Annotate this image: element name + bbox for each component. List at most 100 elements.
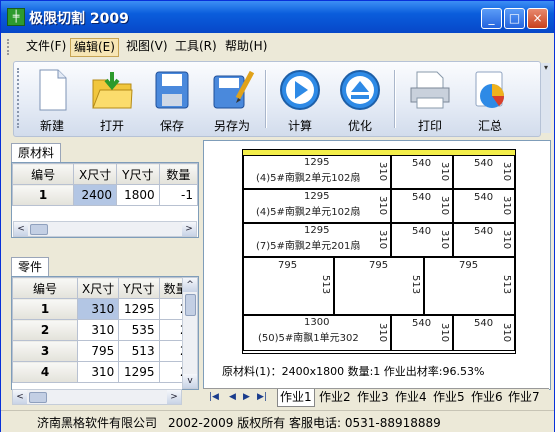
cut-piece[interactable]: 540 310 [453, 189, 515, 223]
cut-piece[interactable]: 540 310 [453, 223, 515, 257]
scroll-right-arrow[interactable]: > [167, 390, 181, 404]
cutting-layout-canvas[interactable]: 1295 (4)5#南飘2单元102扇 310 540 310 540 310 … [203, 140, 551, 390]
tab-work-4[interactable]: 作业4 [393, 389, 429, 406]
scroll-thumb[interactable] [185, 294, 196, 316]
scroll-left-arrow[interactable]: < [13, 390, 27, 404]
col-header[interactable]: 数量 [158, 163, 199, 185]
summary-button[interactable]: 汇总 [462, 68, 518, 134]
cut-piece[interactable]: 540 310 [391, 315, 453, 351]
piece-width: 540 [474, 158, 494, 169]
cut-piece[interactable]: 1295 (4)5#南飘2单元102扇 310 [243, 189, 391, 223]
piece-name: (4)5#南飘2单元102扇 [256, 173, 361, 184]
maximize-button[interactable]: □ [504, 8, 525, 29]
prev-tab-icon[interactable]: ◀ [229, 392, 236, 402]
cut-piece[interactable]: 540 310 [391, 189, 453, 223]
cell[interactable]: 1295 [118, 361, 160, 383]
first-tab-icon[interactable]: |◀ [209, 392, 219, 402]
scroll-thumb[interactable] [29, 392, 47, 403]
cut-piece[interactable]: 540 310 [391, 155, 453, 189]
toolbar-overflow-chevron[interactable]: ▾ [541, 63, 551, 133]
title-bar[interactable]: ╪ 极限切割 2009 _ □ × [1, 1, 554, 33]
new-button[interactable]: 新建 [24, 68, 80, 134]
tab-work-1[interactable]: 作业1 [277, 389, 315, 407]
row-header[interactable]: 1 [11, 184, 75, 206]
tab-parts[interactable]: 零件 [11, 257, 50, 276]
menu-edit[interactable]: 编辑(E) [70, 38, 119, 57]
menu-bar: 文件(F) 编辑(E) 视图(V) 工具(R) 帮助(H) [1, 35, 554, 57]
last-tab-icon[interactable]: ▶| [257, 392, 267, 402]
menu-tools[interactable]: 工具(R) [172, 38, 220, 55]
row-header[interactable]: 1 [12, 298, 78, 320]
col-header[interactable]: Y尺寸 [116, 163, 160, 185]
cell[interactable]: 1295 [118, 298, 160, 320]
tab-work-6[interactable]: 作业6 [469, 389, 505, 406]
piece-name: (50)5#南飘1单元302 [258, 333, 359, 344]
hotline-text: 客服电话: 0531-88918889 [289, 416, 441, 430]
menu-view[interactable]: 视图(V) [123, 38, 171, 55]
cell[interactable]: 535 [118, 319, 160, 341]
cut-piece[interactable]: 1295 (7)5#南飘2单元201扇 310 [243, 223, 391, 257]
cut-piece[interactable]: 1300 (50)5#南飘1单元302 310 [243, 315, 391, 351]
cell[interactable]: 2400 [73, 184, 117, 206]
col-header[interactable]: X尺寸 [76, 277, 120, 299]
cut-piece[interactable]: 795 513 [334, 257, 424, 315]
horizontal-scrollbar[interactable]: < > [12, 389, 182, 405]
vertical-scrollbar[interactable]: ^ v [182, 277, 198, 389]
menu-help[interactable]: 帮助(H) [222, 38, 270, 55]
cell[interactable]: 310 [76, 298, 120, 320]
scroll-left-arrow[interactable]: < [14, 222, 28, 236]
tab-work-5[interactable]: 作业5 [431, 389, 467, 406]
table-row[interactable]: 1 2400 1800 -1 [11, 184, 199, 206]
print-button[interactable]: 打印 [402, 68, 458, 134]
table-row[interactable]: 2 310 535 2 [12, 319, 193, 341]
next-tab-icon[interactable]: ▶ [243, 392, 250, 402]
table-row[interactable]: 1 310 1295 2 [12, 298, 193, 320]
company-name: 济南黑格软件有限公司 [37, 416, 158, 430]
table-row[interactable]: 3 795 513 2 [12, 340, 193, 362]
tab-work-7[interactable]: 作业7 [506, 389, 542, 406]
cut-piece[interactable]: 1295 (4)5#南飘2单元102扇 310 [243, 155, 391, 189]
tab-work-3[interactable]: 作业3 [355, 389, 391, 406]
calculate-button[interactable]: 计算 [272, 68, 328, 134]
scroll-down-arrow[interactable]: v [183, 374, 197, 388]
save-as-button[interactable]: 另存为 [204, 68, 260, 134]
tab-raw-material[interactable]: 原材料 [11, 143, 62, 162]
cell[interactable]: 513 [118, 340, 160, 362]
table-header-row: 编号 X尺寸 Y尺寸 数量 [11, 163, 199, 185]
optimize-button[interactable]: 优化 [332, 68, 388, 134]
cut-piece[interactable]: 540 310 [453, 315, 515, 351]
piece-name: (7)5#南飘2单元201扇 [256, 241, 361, 252]
cut-piece[interactable]: 795 513 [424, 257, 515, 315]
table-row[interactable]: 4 310 1295 2 [12, 361, 193, 383]
scroll-up-arrow[interactable]: ^ [183, 278, 197, 292]
col-header[interactable]: X尺寸 [73, 163, 117, 185]
scroll-right-arrow[interactable]: > [182, 222, 196, 236]
cut-piece[interactable]: 540 310 [391, 223, 453, 257]
piece-height: 310 [377, 230, 388, 250]
eject-icon [340, 70, 380, 110]
col-header[interactable]: 编号 [11, 163, 75, 185]
row-header[interactable]: 3 [12, 340, 78, 362]
minimize-button[interactable]: _ [481, 8, 502, 29]
save-button[interactable]: 保存 [144, 68, 200, 134]
col-header[interactable]: Y尺寸 [118, 277, 160, 299]
cell[interactable]: 310 [76, 361, 120, 383]
menu-file[interactable]: 文件(F) [23, 38, 69, 55]
scroll-thumb[interactable] [30, 224, 48, 235]
tab-work-2[interactable]: 作业2 [317, 389, 353, 406]
printer-icon [410, 71, 450, 109]
horizontal-scrollbar[interactable]: < > [13, 221, 197, 237]
toolbar-grip [17, 68, 22, 128]
col-header[interactable]: 编号 [12, 277, 78, 299]
open-button[interactable]: 打开 [84, 68, 140, 134]
cut-piece[interactable]: 540 310 [453, 155, 515, 189]
cell[interactable]: 795 [76, 340, 120, 362]
cut-piece[interactable]: 795 513 [243, 257, 334, 315]
cell[interactable]: -1 [158, 184, 199, 206]
new-file-icon [39, 69, 67, 111]
row-header[interactable]: 2 [12, 319, 78, 341]
cell[interactable]: 1800 [116, 184, 160, 206]
cell[interactable]: 310 [76, 319, 120, 341]
close-button[interactable]: × [527, 8, 548, 29]
row-header[interactable]: 4 [12, 361, 78, 383]
